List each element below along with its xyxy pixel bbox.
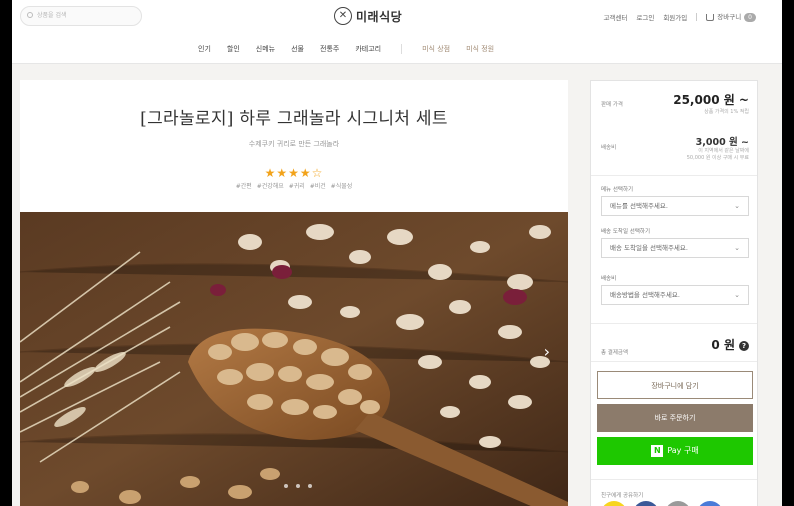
help-icon[interactable]: ? — [739, 340, 749, 351]
share-buttons — [601, 501, 723, 506]
nav-item-sale[interactable]: 할인 — [227, 44, 240, 54]
carousel-dots — [284, 484, 312, 488]
menu-select[interactable]: 메뉴를 선택해주세요. ⌄ — [601, 196, 749, 216]
total-value: 0 원? — [711, 336, 749, 353]
total-amount: 0 원 — [711, 338, 735, 352]
search-icon — [27, 12, 33, 18]
menu-select-value: 메뉴를 선택해주세요. — [610, 202, 668, 210]
price-row: 판매 가격 25,000 원 ~ 상품 가격의 1% 적립 — [601, 91, 749, 115]
shipping-row: 배송비 3,000 원 ~ 이 지역에서 같은 날짜에 50,000 원 이상 … — [601, 134, 749, 161]
link-share-icon[interactable] — [665, 501, 691, 506]
top-header: 상품을 검색 ✕ 미래식당 고객센터 로그인 회원가입 장바구니 0 — [12, 0, 782, 36]
cart-link[interactable]: 장바구니 0 — [706, 11, 756, 22]
search-input[interactable]: 상품을 검색 — [20, 6, 142, 26]
npay-button[interactable]: N Pay 구매 — [597, 437, 753, 465]
shipping-note: 이 지역에서 같은 날짜에 50,000 원 이상 구매 시 무료 — [687, 148, 749, 162]
product-subtitle: 수제쿠키 귀리로 만든 그래놀라 — [248, 140, 340, 148]
cart-count-badge: 0 — [744, 13, 756, 22]
nav-item-category[interactable]: 카테고리 — [355, 44, 381, 54]
total-row: 총 결제금액 0 원? — [601, 336, 749, 358]
menu-select-group: 메뉴 선택하기 메뉴를 선택해주세요. ⌄ — [601, 185, 749, 216]
divider — [696, 12, 698, 21]
product-title: [그라놀로지] 하루 그래놀라 시그니처 세트 — [140, 109, 448, 129]
method-select-value: 배송방법을 선택해주세요. — [610, 291, 680, 299]
divider — [591, 175, 757, 176]
carousel-dot[interactable] — [308, 484, 312, 488]
nav-item-garden[interactable]: 미식 정원 — [466, 44, 494, 54]
price-label: 판매 가격 — [601, 102, 623, 108]
date-select-label: 배송 도착일 선택하기 — [601, 229, 651, 235]
carousel-dot[interactable] — [284, 484, 288, 488]
signup-link[interactable]: 회원가입 — [663, 12, 687, 22]
product-main: [그라놀로지] 하루 그래놀라 시그니처 세트 수제쿠키 귀리로 만든 그래놀라… — [20, 80, 568, 506]
price-value: 25,000 원 ~ — [673, 93, 749, 107]
carousel-dot[interactable] — [296, 484, 300, 488]
method-select[interactable]: 배송방법을 선택해주세요. ⌄ — [601, 285, 749, 305]
share-label: 친구에게 공유하기 — [601, 493, 644, 499]
shipping-value: 3,000 원 ~ — [695, 137, 749, 148]
order-panel: 판매 가격 25,000 원 ~ 상품 가격의 1% 적립 배송비 3,000 … — [590, 80, 758, 506]
nav-divider — [401, 44, 403, 54]
search-placeholder: 상품을 검색 — [37, 12, 67, 19]
product-tags: #간편 #건강해요 #귀리 #비건 #식물성 — [235, 183, 353, 190]
divider — [591, 323, 757, 324]
customer-center-link[interactable]: 고객센터 — [603, 12, 627, 22]
cart-label: 장바구니 — [717, 13, 742, 21]
facebook-share-icon[interactable] — [633, 501, 659, 506]
kakao-share-icon[interactable] — [601, 501, 627, 506]
nav-item-liquor[interactable]: 전통주 — [320, 44, 339, 54]
blog-share-icon[interactable] — [697, 501, 723, 506]
npay-label: Pay 구매 — [667, 446, 699, 455]
shipping-note-line: 이 지역에서 같은 날짜에 — [698, 148, 749, 154]
method-select-label: 배송비 — [601, 276, 617, 282]
logo-mark-icon: ✕ — [334, 7, 352, 25]
rating-stars: ★★★★☆ — [264, 166, 324, 180]
divider — [591, 361, 757, 362]
npay-logo-icon: N — [651, 444, 664, 457]
main-nav: 인기 할인 신메뉴 선물 전통주 카테고리 미식 상점 미식 정원 — [12, 36, 782, 64]
nav-item-gift[interactable]: 선물 — [291, 44, 304, 54]
buy-now-button[interactable]: 바로 주문하기 — [597, 404, 753, 432]
add-to-cart-button[interactable]: 장바구니에 담기 — [597, 371, 753, 399]
chevron-down-icon: ⌄ — [734, 202, 740, 210]
date-select-value: 배송 도착일을 선택해주세요. — [610, 244, 688, 252]
page-frame: 상품을 검색 ✕ 미래식당 고객센터 로그인 회원가입 장바구니 0 인기 할인 … — [12, 0, 782, 506]
menu-select-label: 메뉴 선택하기 — [601, 187, 634, 193]
utility-links: 고객센터 로그인 회원가입 장바구니 0 — [603, 11, 756, 22]
nav-item-new[interactable]: 신메뉴 — [256, 44, 275, 54]
date-select[interactable]: 배송 도착일을 선택해주세요. ⌄ — [601, 238, 749, 258]
chevron-down-icon: ⌄ — [734, 244, 740, 252]
method-select-group: 배송비 배송방법을 선택해주세요. ⌄ — [601, 274, 749, 305]
price-note: 상품 가격의 1% 적립 — [704, 109, 749, 115]
granola-image — [20, 212, 568, 506]
product-photo[interactable]: › — [20, 212, 568, 506]
cart-icon — [706, 13, 715, 21]
divider — [591, 479, 757, 480]
total-label: 총 결제금액 — [601, 350, 629, 356]
shipping-note-line: 50,000 원 이상 구매 시 무료 — [686, 155, 749, 161]
chevron-down-icon: ⌄ — [734, 291, 740, 299]
login-link[interactable]: 로그인 — [636, 12, 654, 22]
next-arrow-icon[interactable]: › — [544, 342, 550, 361]
nav-item-popular[interactable]: 인기 — [198, 44, 211, 54]
logo-text: 미래식당 — [356, 9, 403, 24]
shipping-label: 배송비 — [601, 145, 617, 151]
date-select-group: 배송 도착일 선택하기 배송 도착일을 선택해주세요. ⌄ — [601, 227, 749, 258]
nav-item-shop[interactable]: 미식 상점 — [422, 44, 450, 54]
site-logo[interactable]: ✕ 미래식당 — [334, 5, 402, 27]
